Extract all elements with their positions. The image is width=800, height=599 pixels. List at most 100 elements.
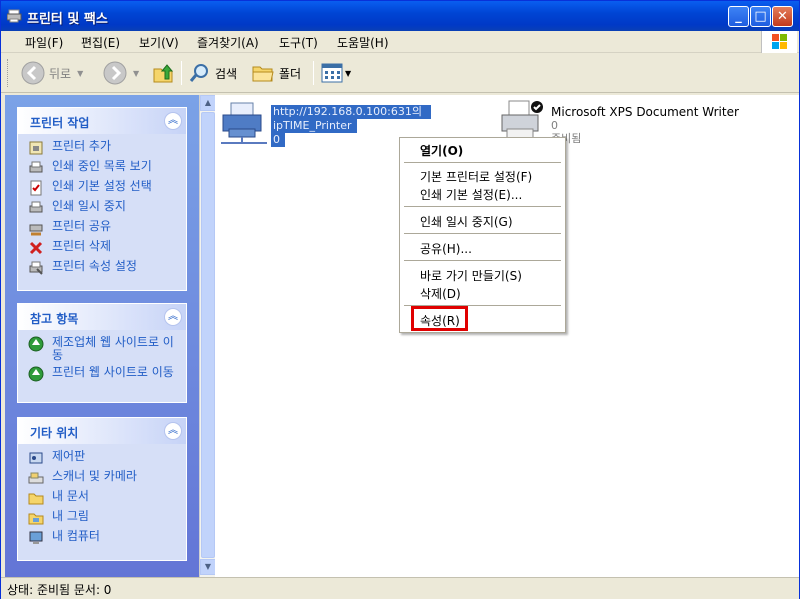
collapse-chevron-icon[interactable]: ︽ xyxy=(164,308,182,326)
menu-edit[interactable]: 편집(E) xyxy=(81,34,120,51)
task-manufacturer-site[interactable]: 제조업체 웹 사이트로 이동 xyxy=(28,336,178,362)
task-my-documents[interactable]: 내 문서 xyxy=(28,490,178,506)
task-label[interactable]: 인쇄 일시 중지 xyxy=(52,200,126,213)
folders-button[interactable]: 폴더 xyxy=(251,59,301,87)
folder-icon xyxy=(252,66,274,82)
task-printing-prefs[interactable]: 인쇄 기본 설정 선택 xyxy=(28,180,178,196)
task-share-printer[interactable]: 프린터 공유 xyxy=(28,220,178,236)
printer-tasks-header[interactable]: 프린터 작업 ︽ xyxy=(18,108,186,134)
menu-create-shortcut[interactable]: 바로 가기 만들기(S) xyxy=(420,267,522,284)
printer-doc-count: 0 xyxy=(271,133,285,147)
menu-separator xyxy=(404,260,561,261)
task-add-printer[interactable]: 프린터 추가 xyxy=(28,140,178,156)
task-printer-properties[interactable]: 프린터 속성 설정 xyxy=(28,260,178,276)
folders-label: 폴더 xyxy=(279,66,302,81)
printer-name-line2: ipTIME_Printer xyxy=(271,119,357,133)
toolbar: 뒤로 ▼ ▼ 검색 폴더 ▼ xyxy=(1,53,799,93)
my-computer-icon xyxy=(29,531,43,544)
search-button[interactable]: 검색 xyxy=(189,59,237,87)
back-dropdown-icon[interactable]: ▼ xyxy=(77,69,83,78)
toolbar-grip[interactable] xyxy=(7,59,10,87)
printer-name-xps: Microsoft XPS Document Writer xyxy=(551,105,739,119)
menu-sharing[interactable]: 공유(H)... xyxy=(420,240,472,257)
task-label[interactable]: 내 문서 xyxy=(52,490,89,503)
task-scanners-cameras[interactable]: 스캐너 및 카메라 xyxy=(28,470,178,486)
back-label: 뒤로 xyxy=(49,66,72,81)
task-pane-scrollbar[interactable]: ▲ ▼ xyxy=(199,95,216,577)
up-folder-icon xyxy=(153,64,174,83)
menu-delete[interactable]: 삭제(D) xyxy=(420,285,461,302)
network-printer-icon xyxy=(221,102,267,144)
task-pause-printing[interactable]: 인쇄 일시 중지 xyxy=(28,200,178,216)
menu-help[interactable]: 도움말(H) xyxy=(337,34,389,51)
menu-tools[interactable]: 도구(T) xyxy=(279,34,318,51)
forward-dropdown-icon[interactable]: ▼ xyxy=(133,69,139,78)
task-label[interactable]: 프린터 삭제 xyxy=(52,240,111,253)
see-also-title: 참고 항목 xyxy=(30,312,79,326)
menu-separator xyxy=(404,233,561,234)
menu-separator xyxy=(404,206,561,207)
task-label[interactable]: 프린터 속성 설정 xyxy=(52,260,137,273)
minimize-button[interactable]: _ xyxy=(728,6,749,27)
views-dropdown-icon[interactable]: ▼ xyxy=(345,69,351,78)
printer-folder-icon xyxy=(7,9,22,23)
menu-favorites[interactable]: 즐겨찾기(A) xyxy=(197,34,259,51)
scanner-camera-icon xyxy=(28,472,44,484)
task-label[interactable]: 인쇄 중인 목록 보기 xyxy=(52,160,152,173)
close-button[interactable]: ✕ xyxy=(772,6,793,27)
menu-separator xyxy=(404,162,561,163)
task-label[interactable]: 스캐너 및 카메라 xyxy=(52,470,137,483)
task-my-pictures[interactable]: 내 그림 xyxy=(28,510,178,526)
maximize-button[interactable]: □ xyxy=(750,6,771,27)
title-bar[interactable]: 프린터 및 팩스 _ □ ✕ xyxy=(1,1,799,31)
scroll-up-arrow-icon[interactable]: ▲ xyxy=(200,95,216,111)
delete-x-icon xyxy=(29,241,43,255)
task-label[interactable]: 프린터 추가 xyxy=(52,140,111,153)
other-places-header[interactable]: 기타 위치 ︽ xyxy=(18,418,186,444)
control-panel-icon xyxy=(29,452,43,464)
menu-set-default[interactable]: 기본 프린터로 설정(F) xyxy=(420,168,532,185)
task-label[interactable]: 프린터 공유 xyxy=(52,220,111,233)
scrollbar-thumb[interactable] xyxy=(201,112,215,558)
printer-tasks-group: 프린터 작업 ︽ 프린터 추가 인쇄 중인 목록 보기 인쇄 기본 설정 선택 xyxy=(17,107,187,291)
task-label[interactable]: 인쇄 기본 설정 선택 xyxy=(52,180,152,193)
collapse-chevron-icon[interactable]: ︽ xyxy=(164,112,182,130)
up-folder-button[interactable] xyxy=(151,59,175,87)
menu-file[interactable]: 파일(F) xyxy=(25,34,63,51)
other-places-title: 기타 위치 xyxy=(30,426,79,440)
task-label[interactable]: 내 그림 xyxy=(52,510,89,523)
task-printer-site[interactable]: 프린터 웹 사이트로 이동 xyxy=(28,366,178,382)
explorer-window: 프린터 및 팩스 _ □ ✕ 파일(F) 편집(E) 보기(V) 즐겨찾기(A)… xyxy=(0,0,800,599)
see-also-header[interactable]: 참고 항목 ︽ xyxy=(18,304,186,330)
menu-print-prefs[interactable]: 인쇄 기본 설정(E)... xyxy=(420,186,522,203)
task-see-queue[interactable]: 인쇄 중인 목록 보기 xyxy=(28,160,178,176)
print-queue-icon xyxy=(29,161,43,173)
share-printer-icon xyxy=(29,224,43,236)
menu-open[interactable]: 열기(O) xyxy=(420,142,463,159)
task-label[interactable]: 제어판 xyxy=(52,450,85,463)
task-label[interactable]: 내 컴퓨터 xyxy=(52,530,100,543)
printer-name-line1: http://192.168.0.100:631의 xyxy=(271,105,431,119)
printing-preferences-icon xyxy=(30,180,42,196)
task-delete-printer[interactable]: 프린터 삭제 xyxy=(28,240,178,256)
printer-item-iptime[interactable] xyxy=(219,101,269,150)
scroll-down-arrow-icon[interactable]: ▼ xyxy=(200,559,216,575)
see-also-group: 참고 항목 ︽ 제조업체 웹 사이트로 이동 프린터 웹 사이트로 이동 xyxy=(17,303,187,403)
forward-button[interactable]: ▼ xyxy=(103,59,139,87)
menu-pause[interactable]: 인쇄 일시 중지(G) xyxy=(420,213,513,230)
task-label[interactable]: 제조업체 웹 사이트로 이동 xyxy=(52,336,178,362)
back-button[interactable]: 뒤로 ▼ xyxy=(21,59,83,87)
menu-view[interactable]: 보기(V) xyxy=(139,34,179,51)
menu-bar: 파일(F) 편집(E) 보기(V) 즐겨찾기(A) 도구(T) 도움말(H) xyxy=(1,31,799,53)
task-control-panel[interactable]: 제어판 xyxy=(28,450,178,466)
web-globe-icon xyxy=(28,366,44,382)
views-icon xyxy=(321,63,343,83)
task-my-computer[interactable]: 내 컴퓨터 xyxy=(28,530,178,546)
status-text: 상태: 준비됨 문서: 0 xyxy=(7,583,112,597)
add-printer-icon xyxy=(29,141,43,155)
properties-highlight-box xyxy=(411,306,468,331)
task-label[interactable]: 프린터 웹 사이트로 이동 xyxy=(52,366,174,379)
views-button[interactable]: ▼ xyxy=(321,59,351,87)
back-arrow-icon xyxy=(21,61,45,85)
collapse-chevron-icon[interactable]: ︽ xyxy=(164,422,182,440)
